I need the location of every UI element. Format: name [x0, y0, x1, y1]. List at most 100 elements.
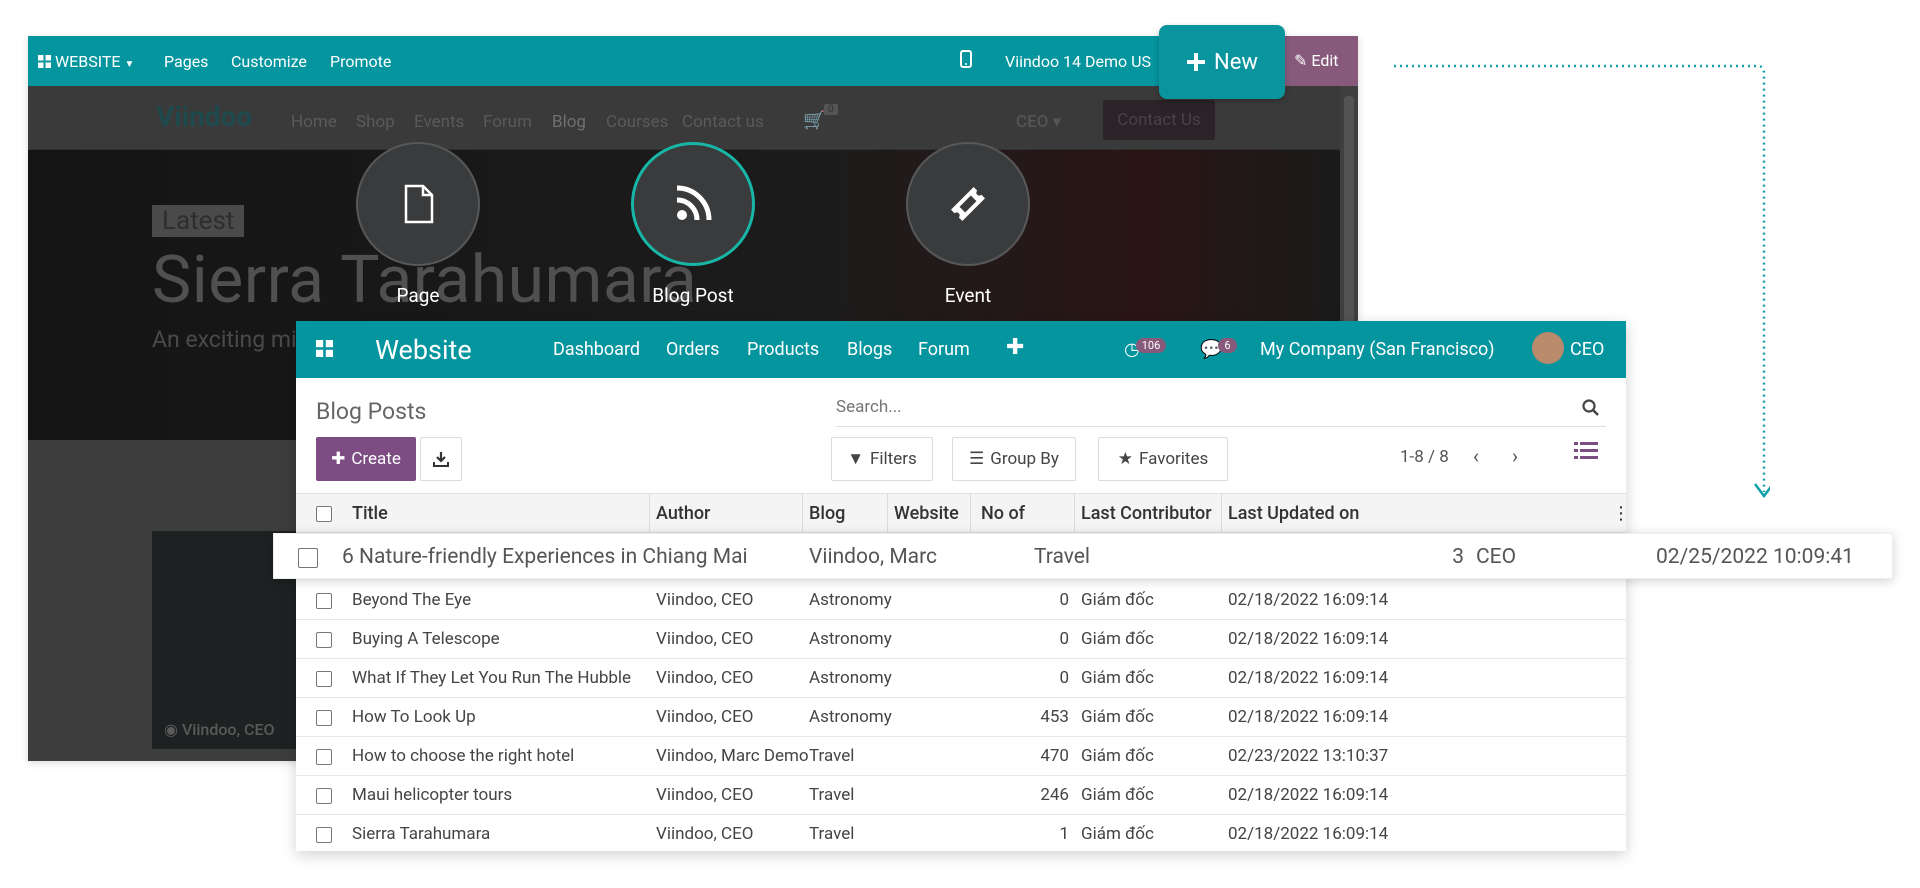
- table-row[interactable]: How to choose the right hotel Viindoo, Ma…: [296, 737, 1626, 776]
- row-checkbox[interactable]: [298, 548, 318, 568]
- site-nav-forum[interactable]: Forum: [483, 112, 532, 132]
- cell-updated: 02/18/2022 16:09:14: [1228, 824, 1389, 844]
- search-input[interactable]: [836, 389, 1606, 425]
- nav-forum[interactable]: Forum: [918, 339, 970, 360]
- choice-page-label: Page: [396, 284, 440, 307]
- nav-add-icon[interactable]: ✚: [1006, 335, 1024, 360]
- table-row[interactable]: What If They Let You Run The Hubble Viind…: [296, 659, 1626, 698]
- cell-author: Viindoo, Marc: [809, 545, 937, 569]
- list-view-icon[interactable]: [1574, 440, 1598, 462]
- choice-blog-post[interactable]: [631, 142, 755, 266]
- mobile-preview-icon[interactable]: [960, 50, 972, 72]
- cell-contributor: Giám đốc: [1081, 785, 1154, 805]
- table-row[interactable]: Buying A Telescope Viindoo, CEO Astronomy 0…: [296, 620, 1626, 659]
- select-all-checkbox[interactable]: [316, 506, 332, 522]
- row-checkbox[interactable]: [316, 749, 332, 765]
- site-nav-blog[interactable]: Blog: [552, 112, 586, 132]
- col-website[interactable]: Website: [888, 494, 971, 534]
- col-author[interactable]: Author: [650, 494, 803, 534]
- col-last-updated[interactable]: Last Updated on: [1222, 494, 1402, 534]
- activity-icon[interactable]: ◷ 106: [1124, 338, 1167, 360]
- star-icon: ★: [1117, 449, 1133, 469]
- site-name[interactable]: Viindoo 14 Demo US: [1005, 52, 1151, 71]
- edit-button[interactable]: ✎ Edit: [1280, 36, 1358, 86]
- user-avatar[interactable]: [1532, 332, 1564, 364]
- site-nav-courses[interactable]: Courses: [606, 112, 668, 132]
- cell-blog: Travel: [809, 824, 855, 844]
- groupby-button[interactable]: ☰ Group By: [952, 437, 1076, 481]
- table-row[interactable]: Beyond The Eye Viindoo, CEO Astronomy 0 Giám…: [296, 581, 1626, 620]
- site-nav-contact[interactable]: Contact us: [682, 112, 764, 132]
- new-content-button[interactable]: New: [1159, 25, 1285, 99]
- pager-next-icon[interactable]: ›: [1512, 444, 1518, 468]
- cell-updated: 02/23/2022 13:10:37: [1228, 746, 1389, 766]
- nav-products[interactable]: Products: [747, 339, 819, 360]
- row-checkbox[interactable]: [316, 632, 332, 648]
- cell-views: 246: [1040, 785, 1069, 805]
- choice-event[interactable]: [906, 142, 1030, 266]
- favorites-button[interactable]: ★ Favorites: [1098, 437, 1228, 481]
- choice-blog-post-label: Blog Post: [652, 284, 734, 307]
- row-checkbox[interactable]: [316, 710, 332, 726]
- company-switcher[interactable]: My Company (San Francisco): [1260, 339, 1495, 360]
- website-menu-label: WEBSITE: [54, 52, 121, 71]
- contact-us-button[interactable]: Contact Us: [1103, 100, 1215, 140]
- site-nav-shop[interactable]: Shop: [356, 112, 395, 132]
- col-views[interactable]: No of Views: [971, 494, 1075, 564]
- cell-contributor: Giám đốc: [1081, 629, 1154, 649]
- row-checkbox[interactable]: [316, 788, 332, 804]
- cell-contributor: Giám đốc: [1081, 824, 1154, 844]
- cell-updated: 02/18/2022 16:09:14: [1228, 668, 1389, 688]
- filters-label: Filters: [870, 449, 917, 469]
- hero-subtitle: An exciting mi: [152, 326, 297, 353]
- row-checkbox[interactable]: [316, 671, 332, 687]
- apps-menu-icon[interactable]: [316, 340, 333, 362]
- dragged-table-row[interactable]: 6 Nature-friendly Experiences in Chiang …: [273, 533, 1893, 579]
- nav-orders[interactable]: Orders: [666, 339, 719, 360]
- table-row[interactable]: How To Look Up Viindoo, CEO Astronomy 453 Gi…: [296, 698, 1626, 737]
- site-nav-home[interactable]: Home: [291, 112, 337, 132]
- table-row[interactable]: Sierra Tarahumara Viindoo, CEO Travel 1 Giám…: [296, 815, 1626, 851]
- filters-button[interactable]: ▼ Filters: [831, 437, 933, 481]
- export-button[interactable]: [420, 437, 462, 481]
- menu-pages[interactable]: Pages: [164, 52, 208, 71]
- backend-window: Website Dashboard Orders Products Blogs …: [296, 321, 1626, 851]
- cell-views: 1: [1059, 824, 1069, 844]
- user-name[interactable]: CEO: [1570, 339, 1604, 360]
- messages-badge: 6: [1218, 338, 1237, 353]
- messages-icon[interactable]: 💬 6: [1200, 338, 1237, 360]
- cell-blog: Travel: [1034, 545, 1091, 569]
- table-row[interactable]: Maui helicopter tours Viindoo, CEO Travel 2…: [296, 776, 1626, 815]
- nav-dashboard[interactable]: Dashboard: [553, 339, 640, 360]
- site-nav-events[interactable]: Events: [414, 112, 464, 132]
- download-icon: [433, 452, 449, 467]
- search-box[interactable]: [836, 389, 1606, 427]
- row-checkbox[interactable]: [316, 593, 332, 609]
- optional-columns-icon[interactable]: ⋮: [1612, 494, 1626, 534]
- pager-value[interactable]: 1-8 / 8: [1400, 447, 1449, 467]
- col-blog[interactable]: Blog: [803, 494, 888, 534]
- site-user-menu[interactable]: CEO ▾: [1016, 112, 1061, 132]
- cart-icon[interactable]: 🛒: [803, 110, 825, 131]
- search-icon[interactable]: [1582, 399, 1600, 417]
- app-name[interactable]: Website: [375, 334, 472, 366]
- menu-promote[interactable]: Promote: [330, 52, 391, 71]
- plus-icon: [1187, 53, 1206, 71]
- nav-blogs[interactable]: Blogs: [847, 339, 892, 360]
- pager-previous-icon[interactable]: ‹: [1473, 444, 1479, 468]
- menu-customize[interactable]: Customize: [231, 52, 307, 71]
- col-title[interactable]: Title: [346, 494, 650, 534]
- cell-views: 453: [1040, 707, 1069, 727]
- groupby-label: Group By: [990, 449, 1059, 469]
- cell-contributor: Giám đốc: [1081, 746, 1154, 766]
- col-last-contributor[interactable]: Last Contributor: [1075, 494, 1222, 534]
- activity-badge: 106: [1135, 338, 1167, 353]
- website-menu[interactable]: WEBSITE ▼: [38, 52, 134, 71]
- site-logo: Viindoo: [156, 100, 253, 133]
- hero-badge: Latest: [152, 205, 245, 237]
- create-button[interactable]: ✚ Create: [316, 437, 416, 481]
- row-checkbox[interactable]: [316, 827, 332, 843]
- choice-page[interactable]: [356, 142, 480, 266]
- site-header: Viindoo Home Shop Events Forum Blog Cour…: [28, 86, 1340, 150]
- file-icon: [404, 184, 434, 224]
